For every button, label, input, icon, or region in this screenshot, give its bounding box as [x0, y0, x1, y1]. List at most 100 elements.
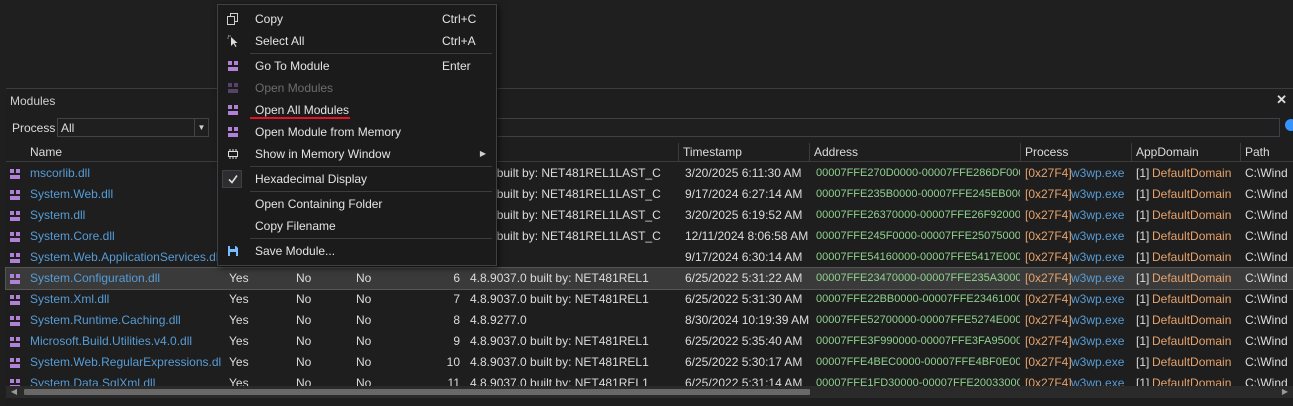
module-icon — [10, 253, 20, 263]
cell-process-id: [0x27F4] — [1025, 208, 1071, 222]
column-header-address[interactable]: Address — [810, 143, 1021, 162]
cell-process-id: [0x27F4] — [1025, 292, 1071, 306]
menu-item-open-containing-folder[interactable]: Open Containing Folder — [218, 193, 496, 215]
module-icon — [10, 337, 20, 347]
process-label: Process — [12, 121, 56, 135]
cell-user-code: No — [296, 271, 312, 285]
menu-item-save-module[interactable]: Save Module... — [218, 240, 496, 262]
cell-version: 82.0 built by: NET481REL1LAST_C — [470, 187, 661, 201]
search-input[interactable] — [486, 118, 1280, 137]
cell-path: C:\Wind — [1245, 292, 1288, 306]
cell-appdomain: DefaultDomain — [1152, 271, 1232, 285]
cell-address: 00007FFE245F0000-00007FFE25075000 — [816, 230, 1020, 242]
column-header-name[interactable]: Name — [6, 143, 223, 162]
table-row[interactable]: Microsoft.Build.Utilities.v4.0.dll Yes No N… — [6, 331, 1293, 352]
cell-process-name: w3wp.exe — [1071, 313, 1125, 327]
cell-version: 4.8.9037.0 built by: NET481REL1 — [470, 334, 649, 348]
scroll-right-icon[interactable]: ▶ — [1279, 386, 1291, 398]
save-icon — [228, 246, 238, 256]
cell-name: System.Core.dll — [30, 229, 115, 243]
table-row[interactable]: System.Web.dll 82.0 built by: NET481REL1L… — [6, 184, 1293, 205]
cell-name: System.Runtime.Caching.dll — [30, 313, 181, 327]
cell-process-name: w3wp.exe — [1071, 271, 1125, 285]
cell-address: 00007FFE3F990000-00007FFE3FA95000 — [816, 335, 1020, 347]
cell-path: C:\Wind — [1245, 208, 1288, 222]
cell-version: 10.0 built by: NET481REL1LAST_C — [470, 208, 661, 222]
menu-item-select-all[interactable]: Select All Ctrl+A — [218, 30, 496, 52]
module-icon — [10, 169, 20, 179]
menu-separator — [250, 238, 492, 239]
menu-item-show-in-memory-window[interactable]: Show in Memory Window ▶ — [218, 143, 496, 165]
menu-item-shortcut: Ctrl+C — [442, 12, 477, 26]
cell-appdomain: DefaultDomain — [1152, 250, 1232, 264]
cell-appdomain-id: [1] — [1136, 208, 1150, 222]
module-icon — [228, 127, 238, 137]
cell-timestamp: 9/17/2024 6:30:14 AM — [685, 250, 803, 264]
select-all-icon — [227, 35, 238, 47]
process-dropdown[interactable]: All ▼ — [57, 118, 209, 137]
cell-appdomain: DefaultDomain — [1152, 313, 1232, 327]
cell-process-name: w3wp.exe — [1071, 187, 1125, 201]
menu-item-copy[interactable]: Copy Ctrl+C — [218, 8, 496, 30]
checkmark-icon — [228, 175, 238, 184]
menu-item-shortcut: Enter — [442, 59, 471, 73]
cell-path: C:\Wind — [1245, 334, 1288, 348]
table-row[interactable]: System.Core.dll 97.0 built by: NET481REL1… — [6, 226, 1293, 247]
menu-separator — [250, 53, 492, 54]
cell-process-id: [0x27F4] — [1025, 187, 1071, 201]
column-header-appdomain[interactable]: AppDomain — [1132, 143, 1241, 162]
column-header-process[interactable]: Process — [1021, 143, 1132, 162]
process-value: All — [61, 121, 75, 135]
cell-timestamp: 6/25/2022 5:35:40 AM — [685, 334, 803, 348]
cell-address: 00007FFE54160000-00007FFE5417E000 — [816, 251, 1020, 263]
cell-version: 4.8.9037.0 built by: NET481REL1 — [470, 292, 649, 306]
horizontal-scrollbar[interactable]: ◀ ▶ — [6, 386, 1293, 398]
cell-appdomain-id: [1] — [1136, 271, 1150, 285]
cell-appdomain-id: [1] — [1136, 355, 1150, 369]
cell-process-name: w3wp.exe — [1071, 166, 1125, 180]
cell-path: C:\Wind — [1245, 187, 1288, 201]
close-icon[interactable]: ✕ — [1276, 92, 1287, 108]
cell-address: 00007FFE22BB0000-00007FFE23461000 — [816, 293, 1020, 305]
menu-item-label: Open Containing Folder — [255, 197, 383, 211]
menu-item-hexadecimal-display[interactable]: Hexadecimal Display — [218, 168, 496, 190]
cell-order: 8 — [453, 313, 460, 327]
panel-title: Modules — [10, 94, 56, 108]
menu-item-label: Copy Filename — [255, 219, 336, 233]
menu-item-open-module-from-memory[interactable]: Open Module from Memory — [218, 121, 496, 143]
table-row[interactable]: System.Configuration.dll Yes No No 6 4.8.9037… — [5, 267, 1293, 290]
cell-appdomain-id: [1] — [1136, 250, 1150, 264]
column-header-path[interactable]: Path — [1241, 143, 1293, 162]
cell-user-code: No — [296, 292, 312, 306]
cell-order: 6 — [453, 271, 460, 285]
cell-timestamp: 9/17/2024 6:27:14 AM — [685, 187, 803, 201]
cell-path: C:\Wind — [1245, 271, 1288, 285]
table-row[interactable]: System.Web.RegularExpressions.dll Yes No No… — [6, 352, 1293, 373]
copy-icon — [227, 13, 238, 25]
cell-appdomain-id: [1] — [1136, 334, 1150, 348]
table-row[interactable]: System.Runtime.Caching.dll Yes No No 8 4.8.92… — [6, 310, 1293, 331]
scroll-left-icon[interactable]: ◀ — [8, 386, 20, 398]
cell-appdomain-id: [1] — [1136, 292, 1150, 306]
column-header-timestamp[interactable]: Timestamp — [679, 143, 810, 162]
menu-item-go-to-module[interactable]: Go To Module Enter — [218, 55, 496, 77]
scrollbar-thumb[interactable] — [24, 389, 810, 395]
cell-process-name: w3wp.exe — [1071, 229, 1125, 243]
cell-timestamp: 6/25/2022 5:31:22 AM — [685, 271, 803, 285]
table-row[interactable]: mscorlib.dll 10.0 built by: NET481REL1LAS… — [6, 163, 1293, 184]
menu-item-copy-filename[interactable]: Copy Filename — [218, 215, 496, 237]
cell-process-name: w3wp.exe — [1071, 208, 1125, 222]
cell-appdomain: DefaultDomain — [1152, 208, 1232, 222]
chevron-down-icon[interactable]: ▼ — [194, 119, 208, 136]
cell-optimized: Yes — [229, 313, 249, 327]
cell-timestamp: 12/11/2024 8:06:58 AM — [685, 229, 809, 243]
search-icon[interactable] — [1285, 119, 1293, 131]
table-row[interactable]: System.Web.ApplicationServices.dll 82.0 9/… — [6, 247, 1293, 268]
table-row[interactable]: System.dll 10.0 built by: NET481REL1LAST_… — [6, 205, 1293, 226]
cell-symbol-status: No — [356, 334, 372, 348]
table-row[interactable]: System.Xml.dll Yes No No 7 4.8.9037.0 built b… — [6, 289, 1293, 310]
menu-item-label: Go To Module — [255, 59, 330, 73]
cell-process-name: w3wp.exe — [1071, 334, 1125, 348]
cell-appdomain-id: [1] — [1136, 166, 1150, 180]
module-icon — [10, 211, 20, 221]
